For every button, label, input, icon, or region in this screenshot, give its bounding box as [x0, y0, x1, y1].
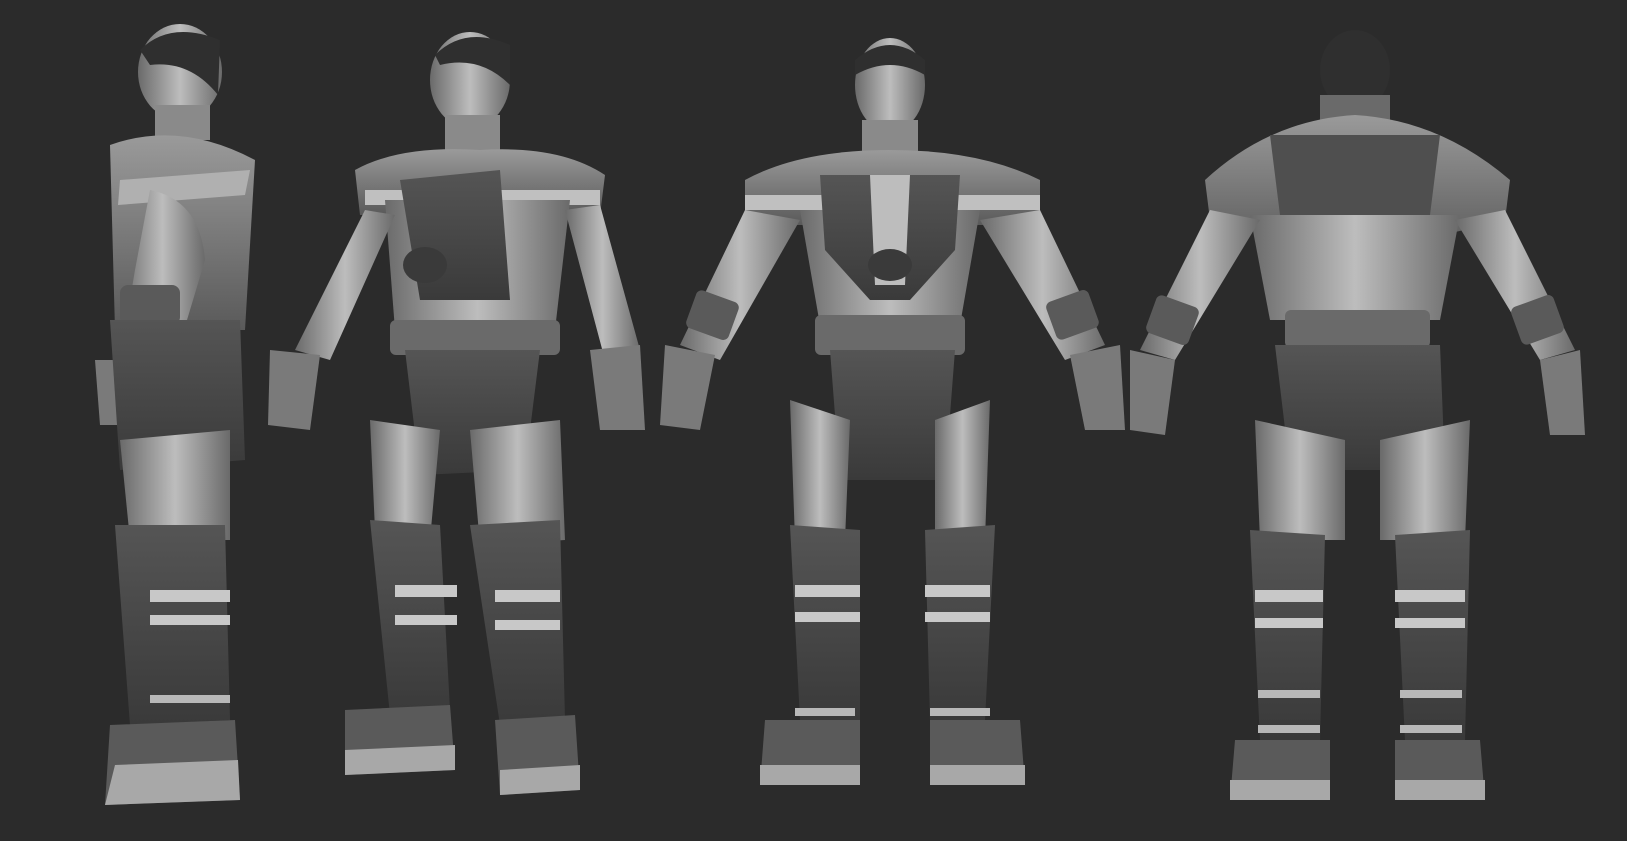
render-viewport — [0, 0, 1627, 841]
character-turnaround — [95, 24, 1585, 805]
figure-front-view — [660, 38, 1125, 785]
figure-side-view — [95, 24, 255, 805]
figure-back-view — [1130, 30, 1585, 800]
figure-three-quarter-view — [268, 32, 645, 795]
